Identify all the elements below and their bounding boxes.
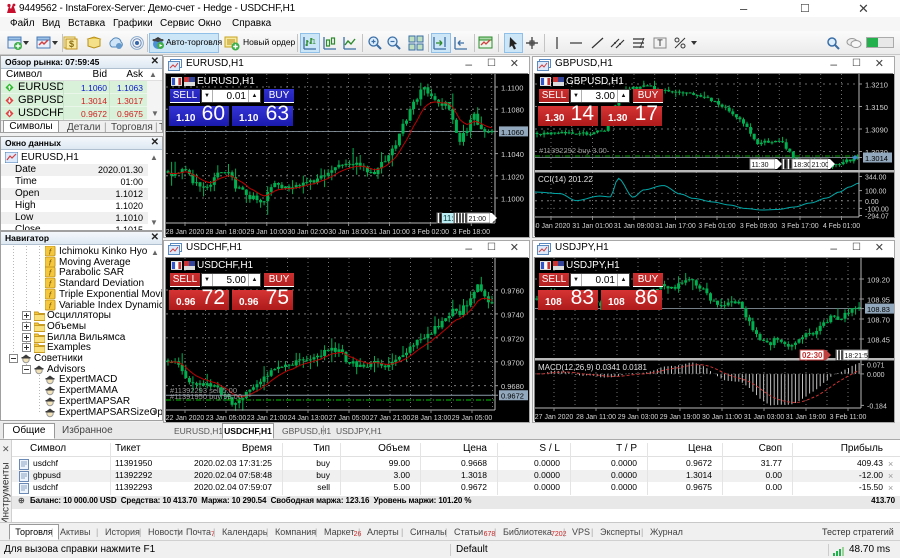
svg-text:21:00: 21:00	[469, 216, 487, 223]
svg-text:3 Feb 11:00: 3 Feb 11:00	[830, 414, 867, 421]
svg-text:1.3014: 1.3014	[865, 154, 888, 163]
svg-text:11:30: 11:30	[752, 162, 769, 169]
svg-text:30 Jan 2020: 30 Jan 2020	[535, 223, 570, 230]
svg-text:1.1000: 1.1000	[501, 195, 524, 204]
svg-text:108.83: 108.83	[867, 305, 890, 314]
svg-text:MACD(12,26,9) 0.0341 0.0181: MACD(12,26,9) 0.0341 0.0181	[538, 363, 648, 372]
svg-text:-294.07: -294.07	[865, 214, 889, 221]
svg-text:1.1060: 1.1060	[501, 128, 524, 137]
svg-text:T: T	[657, 38, 663, 48]
svg-text:27 Jan 21:00: 27 Jan 21:00	[370, 415, 411, 422]
svg-text:3 Feb 09:00: 3 Feb 09:00	[740, 223, 777, 230]
svg-text:100.00: 100.00	[865, 189, 887, 196]
svg-text:29 Jan 05:00: 29 Jan 05:00	[452, 415, 493, 422]
svg-text:11:: 11:	[443, 214, 454, 223]
svg-text:0.9700: 0.9700	[501, 358, 524, 367]
svg-text:30 Jan 02:00: 30 Jan 02:00	[287, 229, 328, 236]
svg-text:108.45: 108.45	[867, 336, 890, 345]
svg-text:1.3090: 1.3090	[865, 126, 888, 135]
svg-text:1: 1	[312, 39, 316, 46]
svg-text:1.1040: 1.1040	[501, 150, 524, 159]
svg-text:29 Jan 03:00: 29 Jan 03:00	[618, 414, 659, 421]
svg-text:0.9760: 0.9760	[501, 287, 524, 296]
svg-text:0.00: 0.00	[865, 199, 879, 206]
svg-text:344.00: 344.00	[865, 175, 887, 182]
svg-text:109.20: 109.20	[867, 276, 890, 285]
svg-text:1.1020: 1.1020	[501, 172, 524, 181]
svg-text:21:00: 21:00	[812, 162, 830, 169]
svg-text:30 Jan 11:00: 30 Jan 11:00	[702, 414, 742, 421]
svg-text:29 Jan 10:00: 29 Jan 10:00	[247, 229, 288, 236]
svg-text:27 Jan 2020: 27 Jan 2020	[535, 414, 573, 421]
svg-text:31 Jan 09:00: 31 Jan 09:00	[614, 223, 655, 230]
svg-text:3 Feb 01:00: 3 Feb 01:00	[698, 223, 735, 230]
svg-text:28 Jan 13:00: 28 Jan 13:00	[411, 415, 452, 422]
svg-text:3 Feb 02:00: 3 Feb 02:00	[412, 229, 449, 236]
svg-text:3 Feb 17:00: 3 Feb 17:00	[781, 223, 818, 230]
svg-text:18:21:5: 18:21:5	[845, 353, 868, 360]
svg-text:31 Jan 01:00: 31 Jan 01:00	[572, 223, 613, 230]
svg-text:108.95: 108.95	[867, 296, 890, 305]
svg-text:#11392292 buy 3.00: #11392292 buy 3.00	[539, 146, 607, 155]
svg-text:CCI(14) 201.22: CCI(14) 201.22	[538, 175, 593, 184]
svg-text:3 Feb 18:00: 3 Feb 18:00	[453, 229, 490, 236]
svg-text:-0.184: -0.184	[867, 403, 887, 410]
svg-text:23 Jan 21:00: 23 Jan 21:00	[247, 415, 288, 422]
svg-text:0.9672: 0.9672	[501, 392, 524, 401]
svg-text:1.1080: 1.1080	[501, 106, 524, 115]
svg-text:18:30: 18:30	[794, 162, 812, 169]
svg-text:27 Jan 05:00: 27 Jan 05:00	[329, 415, 370, 422]
svg-text:$: $	[69, 39, 74, 49]
svg-text:28 Jan 11:00: 28 Jan 11:00	[576, 414, 616, 421]
svg-text:02:30: 02:30	[802, 351, 823, 360]
svg-text:24 Jan 13:00: 24 Jan 13:00	[288, 415, 329, 422]
svg-text:0.9740: 0.9740	[501, 310, 524, 319]
svg-text:1.3150: 1.3150	[865, 103, 888, 112]
svg-text:-100.00: -100.00	[865, 206, 889, 213]
svg-text:108.70: 108.70	[867, 316, 890, 325]
svg-text:29 Jan 19:00: 29 Jan 19:00	[660, 414, 701, 421]
svg-text:28 Jan 2020: 28 Jan 2020	[166, 229, 204, 236]
svg-text:31 Jan 19:00: 31 Jan 19:00	[786, 414, 827, 421]
svg-text:31 Jan 10:00: 31 Jan 10:00	[369, 229, 410, 236]
svg-text:0.000: 0.000	[867, 372, 885, 379]
svg-text:#11391950 buy 99.00: #11391950 buy 99.00	[170, 392, 242, 401]
svg-text:31 Jan 17:00: 31 Jan 17:00	[655, 223, 696, 230]
svg-text:0.071: 0.071	[867, 363, 885, 370]
svg-text:0.9680: 0.9680	[501, 382, 524, 391]
svg-text:30 Jan 18:00: 30 Jan 18:00	[328, 229, 369, 236]
svg-text:22 Jan 2020: 22 Jan 2020	[166, 415, 204, 422]
svg-text:1.3210: 1.3210	[865, 81, 888, 90]
svg-text:1.1100: 1.1100	[501, 84, 523, 93]
svg-text:23 Jan 05:00: 23 Jan 05:00	[206, 415, 247, 422]
svg-text:4 Feb 01:00: 4 Feb 01:00	[823, 223, 860, 230]
svg-text:28 Jan 18:00: 28 Jan 18:00	[206, 229, 247, 236]
svg-text:31 Jan 03:00: 31 Jan 03:00	[744, 414, 785, 421]
svg-text:0.9720: 0.9720	[501, 334, 524, 343]
